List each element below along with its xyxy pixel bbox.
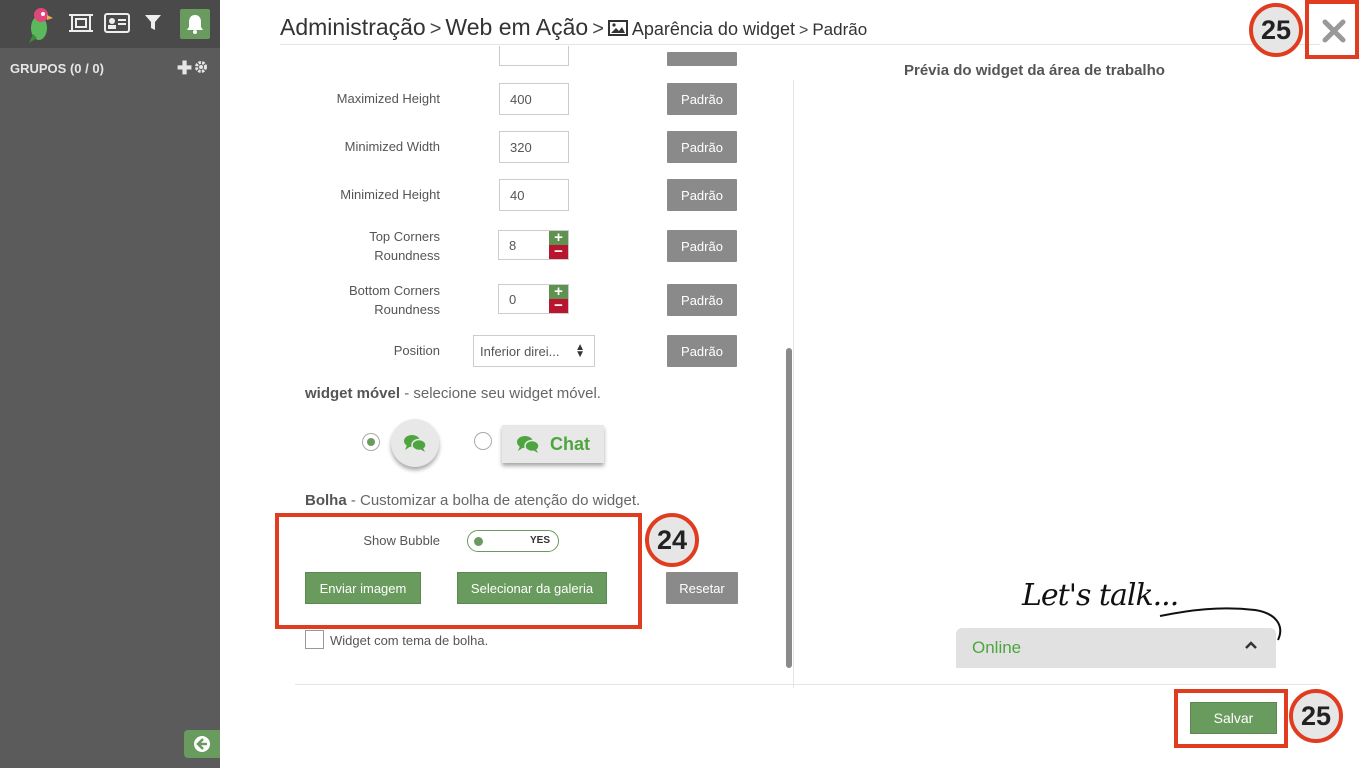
breadcrumb-appearance[interactable]: Aparência do widget	[632, 19, 795, 40]
reset-button[interactable]: Resetar	[666, 572, 738, 604]
partial-input[interactable]	[499, 46, 569, 66]
arrow-left-circle-icon	[194, 736, 210, 752]
parrot-logo-icon	[22, 4, 56, 44]
bubble-theme-label: Widget com tema de bolha.	[330, 633, 489, 648]
top-corners-label-line2: Roundness	[374, 248, 440, 263]
highlight-save	[1174, 689, 1288, 748]
panel-divider	[793, 80, 794, 688]
screen-capture-icon[interactable]	[66, 8, 96, 38]
minimized-width-input[interactable]: 320	[499, 131, 569, 163]
bottom-corners-label-line1: Bottom Corners	[348, 283, 440, 298]
position-select[interactable]: Inferior direi... ▲ ▼	[473, 335, 595, 367]
highlight-close	[1305, 0, 1359, 59]
sidebar: GRUPOS (0 / 0) ✚	[0, 0, 220, 768]
mobile-chat-radio[interactable]	[474, 432, 492, 450]
groups-label: GRUPOS (0 / 0)	[10, 61, 104, 76]
position-default-button[interactable]: Padrão	[667, 335, 737, 367]
top-corners-default-button[interactable]: Padrão	[667, 230, 737, 262]
decrement-icon[interactable]: −	[549, 244, 568, 259]
minimized-height-default-button[interactable]: Padrão	[667, 179, 737, 211]
minimized-width-default-button[interactable]: Padrão	[667, 131, 737, 163]
bottom-corners-label: Bottom Corners Roundness	[290, 281, 440, 319]
partial-default-button[interactable]	[667, 52, 737, 66]
form-scrollbar[interactable]	[786, 348, 792, 668]
mobile-widget-title: widget móvel	[305, 385, 401, 402]
bottom-corners-value: 0	[509, 292, 517, 307]
breadcrumb-separator: >	[798, 22, 809, 39]
mobile-chat-option[interactable]: Chat	[502, 425, 604, 463]
bottom-corners-label-line2: Roundness	[374, 302, 440, 317]
group-tools: ✚	[177, 58, 208, 79]
minimized-height-input[interactable]: 40	[499, 179, 569, 211]
gear-icon[interactable]	[194, 58, 208, 79]
header-divider	[280, 44, 1320, 45]
widget-status: Online	[972, 638, 1022, 657]
top-corners-value: 8	[509, 238, 517, 253]
maximized-height-label: Maximized Height	[336, 91, 440, 106]
image-icon	[607, 20, 628, 41]
mobile-widget-heading: widget móvel - selecione seu widget móve…	[305, 385, 601, 402]
collapse-sidebar-button[interactable]	[184, 730, 220, 758]
preview-widget-bar[interactable]: Online	[956, 628, 1276, 668]
footer-divider	[295, 684, 1320, 685]
add-group-icon[interactable]: ✚	[177, 58, 192, 79]
step-badge-close: 25	[1249, 3, 1303, 57]
chat-bubbles-icon	[404, 435, 427, 452]
bubble-title: Bolha	[305, 492, 347, 509]
mobile-bubble-radio[interactable]	[362, 433, 380, 451]
bottom-corners-stepper[interactable]: 0 + −	[498, 284, 569, 314]
breadcrumb: Administração > Web em Ação > Aparência …	[280, 14, 867, 44]
step-badge-bubble: 24	[645, 513, 699, 567]
position-selected-value: Inferior direi...	[480, 343, 560, 359]
decrement-icon[interactable]: −	[549, 298, 568, 313]
mobile-bubble-option[interactable]	[391, 419, 439, 467]
sidebar-toolbar	[0, 0, 220, 48]
breadcrumb-separator: >	[429, 18, 442, 40]
position-label: Position	[393, 343, 440, 358]
filter-icon[interactable]	[138, 8, 168, 38]
tagline-text: Let's talk...	[1022, 578, 1179, 613]
breadcrumb-separator: >	[592, 18, 604, 40]
bubble-subtitle: - Customizar a bolha de atenção do widge…	[346, 492, 641, 509]
chat-option-label: Chat	[550, 433, 590, 454]
mobile-widget-subtitle: - selecione seu widget móvel.	[400, 385, 601, 402]
chat-bubbles-icon	[517, 436, 540, 453]
top-corners-label: Top Corners Roundness	[290, 227, 440, 265]
chevron-up-icon[interactable]	[1244, 638, 1258, 657]
step-badge-save: 25	[1289, 689, 1343, 743]
highlight-bubble-settings	[275, 513, 642, 629]
maximized-height-input[interactable]: 400	[499, 83, 569, 115]
breadcrumb-admin[interactable]: Administração	[280, 14, 426, 41]
bell-icon[interactable]	[180, 9, 210, 39]
breadcrumb-default: Padrão	[812, 20, 868, 39]
minimized-height-label: Minimized Height	[340, 187, 440, 202]
maximized-height-default-button[interactable]: Padrão	[667, 83, 737, 115]
breadcrumb-web-em-acao[interactable]: Web em Ação	[445, 14, 588, 41]
sort-arrows-icon: ▲ ▼	[575, 342, 585, 360]
top-corners-stepper[interactable]: 8 + −	[498, 230, 569, 260]
preview-title: Prévia do widget da área de trabalho	[904, 62, 1165, 79]
contact-card-icon[interactable]	[102, 8, 132, 38]
bubble-theme-checkbox[interactable]	[305, 630, 324, 649]
minimized-width-label: Minimized Width	[344, 139, 440, 154]
top-corners-label-line1: Top Corners	[369, 229, 440, 244]
bottom-corners-default-button[interactable]: Padrão	[667, 284, 737, 316]
bubble-heading: Bolha - Customizar a bolha de atenção do…	[305, 492, 640, 509]
